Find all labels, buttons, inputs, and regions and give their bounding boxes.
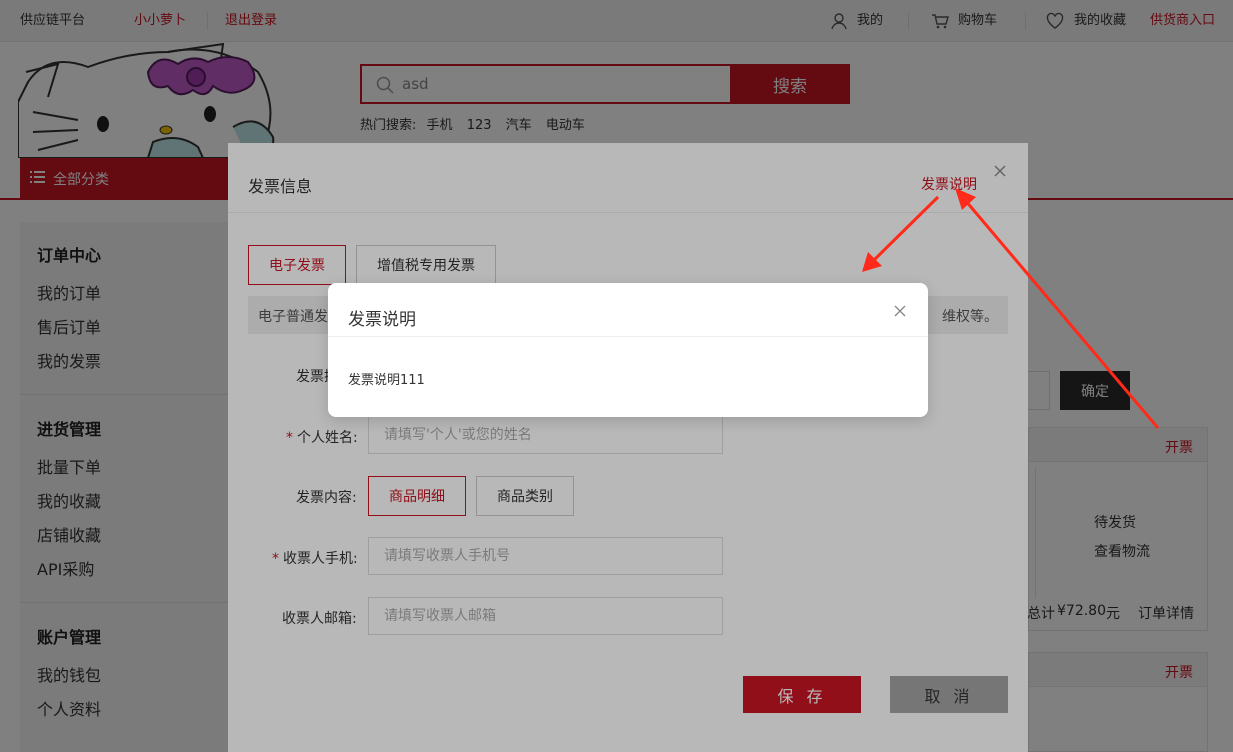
close-icon[interactable] xyxy=(893,304,907,318)
invoice-help-popup: 发票说明 发票说明111 xyxy=(328,283,928,417)
invoice-help-popup-title: 发票说明 xyxy=(348,310,416,330)
invoice-help-popup-header: 发票说明 xyxy=(328,283,928,337)
invoice-help-popup-body: 发票说明111 xyxy=(348,373,425,388)
